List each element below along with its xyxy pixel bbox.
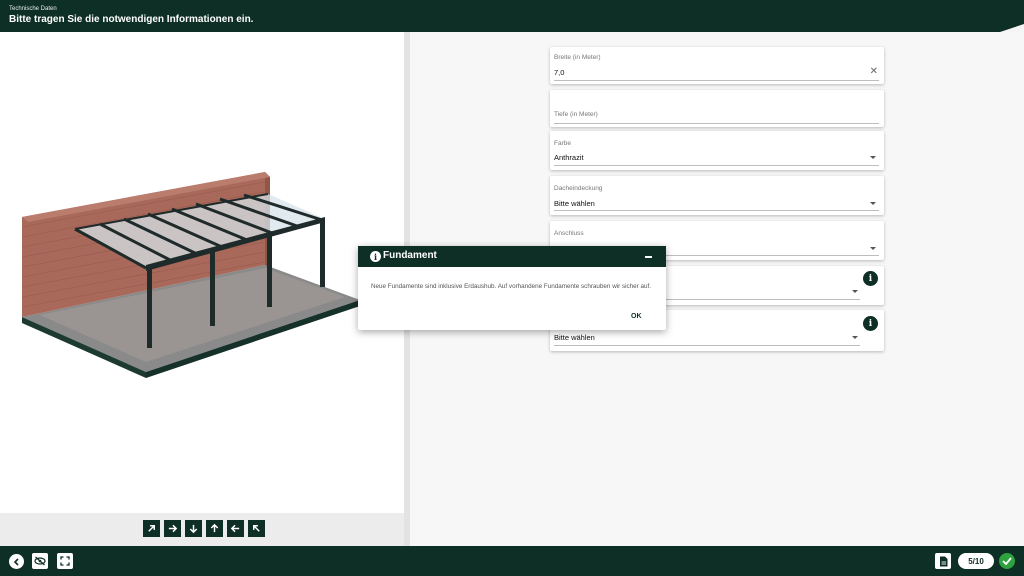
- carport-3d-model[interactable]: [0, 132, 404, 382]
- option-info-icon[interactable]: i: [863, 316, 878, 331]
- chevron-down-icon: [852, 336, 858, 339]
- clear-icon[interactable]: ✕: [870, 67, 878, 77]
- chevron-down-icon: [870, 247, 876, 250]
- toggle-visibility-button[interactable]: [32, 553, 48, 569]
- arrow-up-icon[interactable]: [206, 520, 223, 537]
- arrow-down-icon[interactable]: [185, 520, 202, 537]
- fullscreen-icon: [60, 556, 70, 566]
- header-title: Bitte tragen Sie die notwendigen Informa…: [9, 14, 254, 25]
- header-subtitle: Technische Daten: [9, 6, 57, 12]
- farbe-value: Anthrazit: [554, 153, 584, 162]
- dialog-header: i Fundament: [358, 246, 666, 267]
- 3d-viewer-panel[interactable]: [0, 32, 404, 546]
- dialog-title: Fundament: [383, 250, 437, 261]
- breite-field[interactable]: Breite (in Meter) 7,0 ✕: [550, 47, 884, 84]
- chevron-left-icon: [13, 557, 19, 566]
- arrow-up-right-icon[interactable]: [143, 520, 160, 537]
- app-footer: 5/10: [0, 546, 1024, 576]
- viewer-nav-bar: [0, 513, 404, 546]
- fundament-info-dialog: i Fundament Neue Fundamente sind inklusi…: [358, 246, 666, 330]
- camera-controls: [143, 520, 265, 537]
- dacheindeckung-label: Dacheindeckung: [554, 185, 603, 192]
- farbe-label: Farbe: [554, 140, 571, 147]
- minimize-icon[interactable]: [645, 256, 652, 258]
- dacheindeckung-value: Bitte wählen: [554, 199, 595, 208]
- option-value: Bitte wählen: [554, 333, 595, 342]
- document-button[interactable]: [935, 553, 951, 569]
- arrow-up-left-icon[interactable]: [248, 520, 265, 537]
- dialog-message: Neue Fundamente sind inklusive Erdaushub…: [371, 283, 652, 290]
- tiefe-label: Tiefe (in Meter): [554, 111, 598, 118]
- chevron-down-icon: [870, 202, 876, 205]
- page-indicator: 5/10: [958, 553, 994, 569]
- fullscreen-button[interactable]: [57, 553, 73, 569]
- back-button[interactable]: [9, 554, 24, 569]
- anschluss-label: Anschluss: [554, 230, 584, 237]
- arrow-right-icon[interactable]: [164, 520, 181, 537]
- info-icon: i: [370, 251, 381, 262]
- tiefe-field[interactable]: Tiefe (in Meter): [550, 90, 884, 127]
- check-icon: [1002, 557, 1012, 565]
- breite-label: Breite (in Meter): [554, 54, 601, 61]
- document-icon: [939, 556, 947, 566]
- breite-value[interactable]: 7,0: [554, 68, 564, 77]
- fundament-info-icon[interactable]: i: [863, 271, 878, 286]
- chevron-down-icon: [870, 156, 876, 159]
- confirm-button[interactable]: [999, 553, 1015, 569]
- eye-off-icon: [34, 556, 46, 566]
- farbe-select[interactable]: Farbe Anthrazit: [550, 131, 884, 170]
- app-header: Technische Daten Bitte tragen Sie die no…: [0, 0, 1024, 32]
- ok-button[interactable]: OK: [631, 313, 642, 320]
- dacheindeckung-select[interactable]: Dacheindeckung Bitte wählen: [550, 176, 884, 215]
- chevron-down-icon: [852, 290, 858, 293]
- arrow-left-icon[interactable]: [227, 520, 244, 537]
